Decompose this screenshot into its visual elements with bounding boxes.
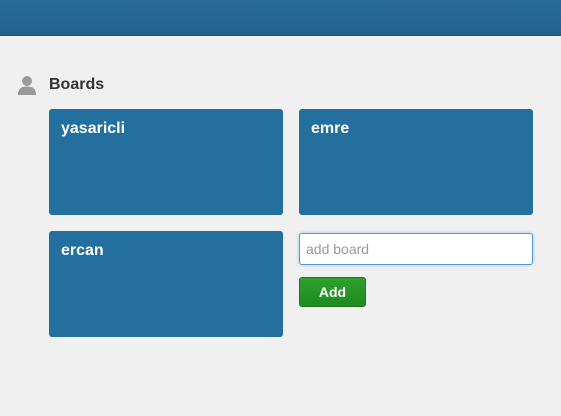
boards-section-header: Boards (16, 72, 104, 98)
add-board-button[interactable]: Add (299, 277, 366, 307)
add-board-input[interactable] (299, 233, 533, 265)
board-card-yasaricli[interactable]: yasaricli (49, 109, 283, 215)
user-icon (16, 74, 38, 96)
boards-title: Boards (49, 76, 105, 93)
board-title: yasaricli (61, 120, 126, 137)
board-card-ercan[interactable]: ercan (49, 231, 283, 337)
board-title: emre (311, 120, 350, 137)
board-title: ercan (61, 242, 104, 259)
board-card-emre[interactable]: emre (299, 109, 533, 215)
top-navbar (0, 0, 561, 36)
